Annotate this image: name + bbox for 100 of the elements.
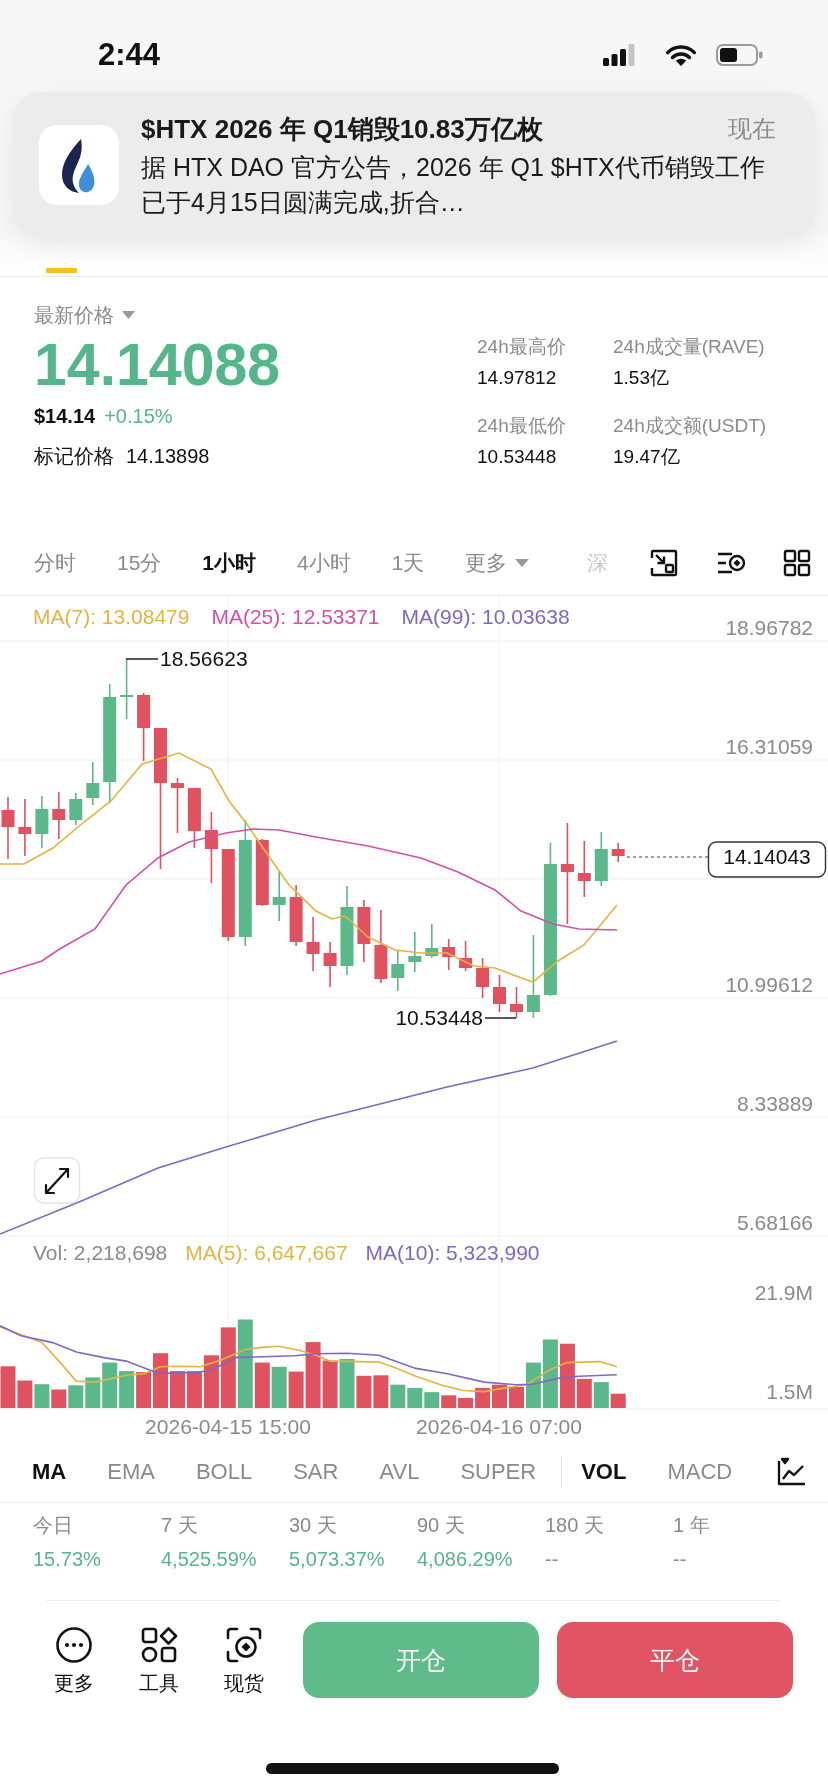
axis-label: 1.5M xyxy=(766,1380,813,1403)
indicator-tab[interactable]: SUPER xyxy=(460,1459,537,1485)
candle xyxy=(577,840,591,898)
ma-legend: MA(5): 6,647,667 xyxy=(185,1241,348,1265)
nav-button[interactable]: 更多 xyxy=(44,1622,104,1695)
stat-value: 10.53448 xyxy=(477,446,558,468)
stat-value: 19.47亿 xyxy=(613,446,681,468)
volume-legend: Vol: 2,218,698 xyxy=(33,1241,168,1265)
candle xyxy=(459,940,473,972)
volume-bar xyxy=(170,1371,185,1408)
usd-price: $14.14 xyxy=(34,404,96,428)
shapes-icon xyxy=(140,1626,178,1664)
return-value: 15.73% xyxy=(33,1547,102,1571)
return-value: 4,525.59% xyxy=(161,1547,258,1571)
grid-icon[interactable] xyxy=(783,548,812,577)
axis-label: 5.68166 xyxy=(737,1211,813,1234)
candle xyxy=(1,796,15,860)
candle xyxy=(120,658,134,720)
ma-legend: MA(10): 5,323,990 xyxy=(365,1241,540,1265)
notification-body: 据 HTX DAO 官方公告，2026 年 Q1 $HTX代币销毁工作已于4月15日圆满完成,折合… xyxy=(141,152,766,218)
stat-label: 24h最低价 xyxy=(477,415,567,437)
caret-icon xyxy=(515,558,530,567)
wifi-icon xyxy=(665,43,697,67)
expand-button[interactable] xyxy=(33,1157,81,1204)
candle xyxy=(18,798,32,857)
nav-button[interactable]: 现货 xyxy=(214,1622,274,1695)
ma-legend: MA(25): 12.53371 xyxy=(211,605,380,629)
volume-bar xyxy=(424,1392,440,1408)
stat-label: 24h最高价 xyxy=(477,336,567,358)
volume-bar xyxy=(51,1389,67,1408)
return-value: -- xyxy=(545,1547,560,1571)
candle xyxy=(255,838,269,907)
interval-tab[interactable]: 分时 xyxy=(34,548,76,577)
candle xyxy=(510,986,523,1019)
stat-label: 24h成交额(USDT) xyxy=(613,415,767,437)
close-position-button[interactable]: 平仓 xyxy=(557,1622,793,1698)
indicator-tab[interactable]: MA xyxy=(32,1459,67,1485)
candle xyxy=(187,787,201,849)
volume-bar xyxy=(271,1366,287,1408)
date-label: 2026-04-16 07:00 xyxy=(416,1415,582,1438)
stat-label: 24h成交量(RAVE) xyxy=(613,336,766,358)
candle xyxy=(306,916,320,972)
candle xyxy=(357,899,371,963)
candle xyxy=(611,842,625,863)
indicator-tab[interactable]: SAR xyxy=(293,1459,339,1485)
status-time: 2:44 xyxy=(98,37,161,73)
candle xyxy=(408,931,422,973)
stat-value: 1.53亿 xyxy=(613,367,670,389)
indicator-tab[interactable]: BOLL xyxy=(195,1459,253,1485)
axis-label: 18.96782 xyxy=(725,616,813,639)
indicator-tab[interactable]: MACD xyxy=(667,1459,733,1485)
interval-tab[interactable]: 15分 xyxy=(117,548,162,577)
ma-legend: MA(7): 13.08479 xyxy=(33,605,190,629)
interval-tab[interactable]: 更多 xyxy=(465,548,530,577)
flame-icon xyxy=(39,125,119,205)
notification-time: 现在 xyxy=(728,114,776,144)
ma-legend: MA(99): 10.03638 xyxy=(401,605,570,629)
candle xyxy=(35,795,49,849)
line-chart-icon[interactable] xyxy=(776,1457,806,1487)
tab-indicator xyxy=(46,268,77,273)
return-period: 今日 xyxy=(33,1513,74,1537)
return-period: 30 天 xyxy=(289,1513,338,1537)
interval-tab[interactable]: 4小时 xyxy=(297,548,351,577)
indicator-tab[interactable]: AVL xyxy=(379,1459,420,1485)
volume-bar xyxy=(322,1360,338,1408)
return-value: 5,073.37% xyxy=(289,1547,386,1571)
last-price: 14.14088 xyxy=(34,333,282,397)
low-price-label: 10.53448 xyxy=(395,1006,483,1029)
candle xyxy=(425,923,439,959)
notification-title: $HTX 2026 年 Q1销毁10.83万亿枚 xyxy=(141,112,543,146)
price-type-dropdown[interactable]: 最新价格 xyxy=(34,304,135,326)
caret-icon xyxy=(122,311,135,319)
interval-tab[interactable]: 1天 xyxy=(391,548,425,577)
axis-label: 16.31059 xyxy=(725,735,813,758)
axis-label: 10.99612 xyxy=(725,973,813,996)
nav-button[interactable]: 工具 xyxy=(129,1622,189,1695)
return-value: -- xyxy=(673,1547,688,1571)
return-period: 1 年 xyxy=(673,1513,711,1537)
volume-bar xyxy=(441,1395,457,1408)
volume-bar xyxy=(390,1384,406,1408)
open-position-button[interactable]: 开仓 xyxy=(303,1622,539,1698)
volume-bar xyxy=(34,1384,50,1408)
axis-label: 8.33889 xyxy=(737,1092,813,1115)
expand-icon xyxy=(44,1167,70,1195)
interval-tab[interactable]: 1小时 xyxy=(202,548,257,577)
volume-bar xyxy=(119,1371,135,1408)
candle xyxy=(289,884,303,947)
coin-frame-icon xyxy=(225,1626,263,1664)
return-period: 90 天 xyxy=(417,1513,466,1537)
indicator-tab[interactable]: VOL xyxy=(581,1459,627,1485)
current-price-tag: 14.14043 xyxy=(707,841,827,878)
more-icon xyxy=(55,1626,93,1664)
battery-icon xyxy=(716,44,763,66)
indicator-tab[interactable]: EMA xyxy=(107,1459,155,1485)
candle xyxy=(171,777,184,834)
crop-arrow-icon[interactable] xyxy=(649,547,680,578)
return-value: 4,086.29% xyxy=(417,1547,514,1571)
mark-price-label: 标记价格 xyxy=(34,443,114,469)
axis-label: 21.9M xyxy=(754,1281,813,1304)
return-period: 7 天 xyxy=(161,1513,199,1537)
